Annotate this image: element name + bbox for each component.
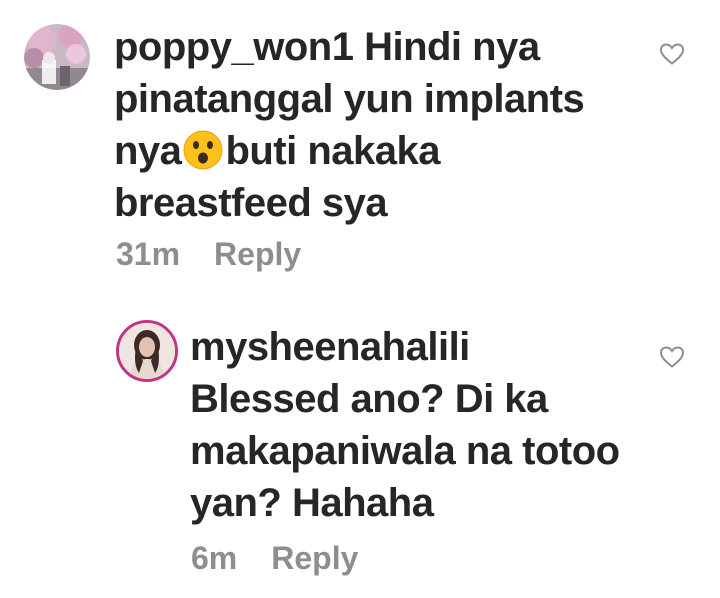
heart-outline-icon[interactable]: [659, 345, 685, 369]
comment-mysheenahalili: mysheenahalili Blessed ano? Di ka makapa…: [0, 300, 720, 598]
comment-line: poppy_won1 Hindi nya: [114, 21, 674, 73]
comment-line: breastfeed sya: [114, 181, 388, 225]
comment-meta: 6m Reply: [191, 540, 358, 577]
comment-line: pinatanggal yun implants: [114, 77, 585, 121]
timestamp: 31m: [116, 236, 181, 272]
username[interactable]: poppy_won1: [114, 25, 354, 69]
heart-outline-icon[interactable]: [659, 42, 685, 66]
comment-text-fragment: buti nakaka: [225, 129, 441, 173]
timestamp: 6m: [191, 540, 238, 576]
comment-line: yan? Hahaha: [190, 481, 434, 525]
reply-button[interactable]: Reply: [271, 540, 358, 577]
username[interactable]: mysheenahalili: [190, 321, 660, 373]
comment-line: Blessed ano? Di ka: [190, 377, 548, 421]
comment-text: poppy_won1 Hindi nya pinatanggal yun imp…: [114, 21, 674, 229]
comment-text: mysheenahalili Blessed ano? Di ka makapa…: [190, 321, 660, 529]
comment-line: nya buti nakaka: [114, 125, 674, 177]
avatar[interactable]: [24, 24, 90, 90]
comment-poppy-won1: poppy_won1 Hindi nya pinatanggal yun imp…: [0, 0, 720, 290]
comment-meta: 31m Reply: [116, 236, 301, 273]
comment-text-fragment: nya: [114, 129, 182, 173]
comment-text-fragment: Hindi nya: [353, 25, 540, 69]
avatar[interactable]: [116, 320, 178, 382]
reply-button[interactable]: Reply: [214, 236, 301, 273]
hushed-face-icon: [183, 130, 223, 170]
comment-line: makapaniwala na totoo: [190, 429, 620, 473]
